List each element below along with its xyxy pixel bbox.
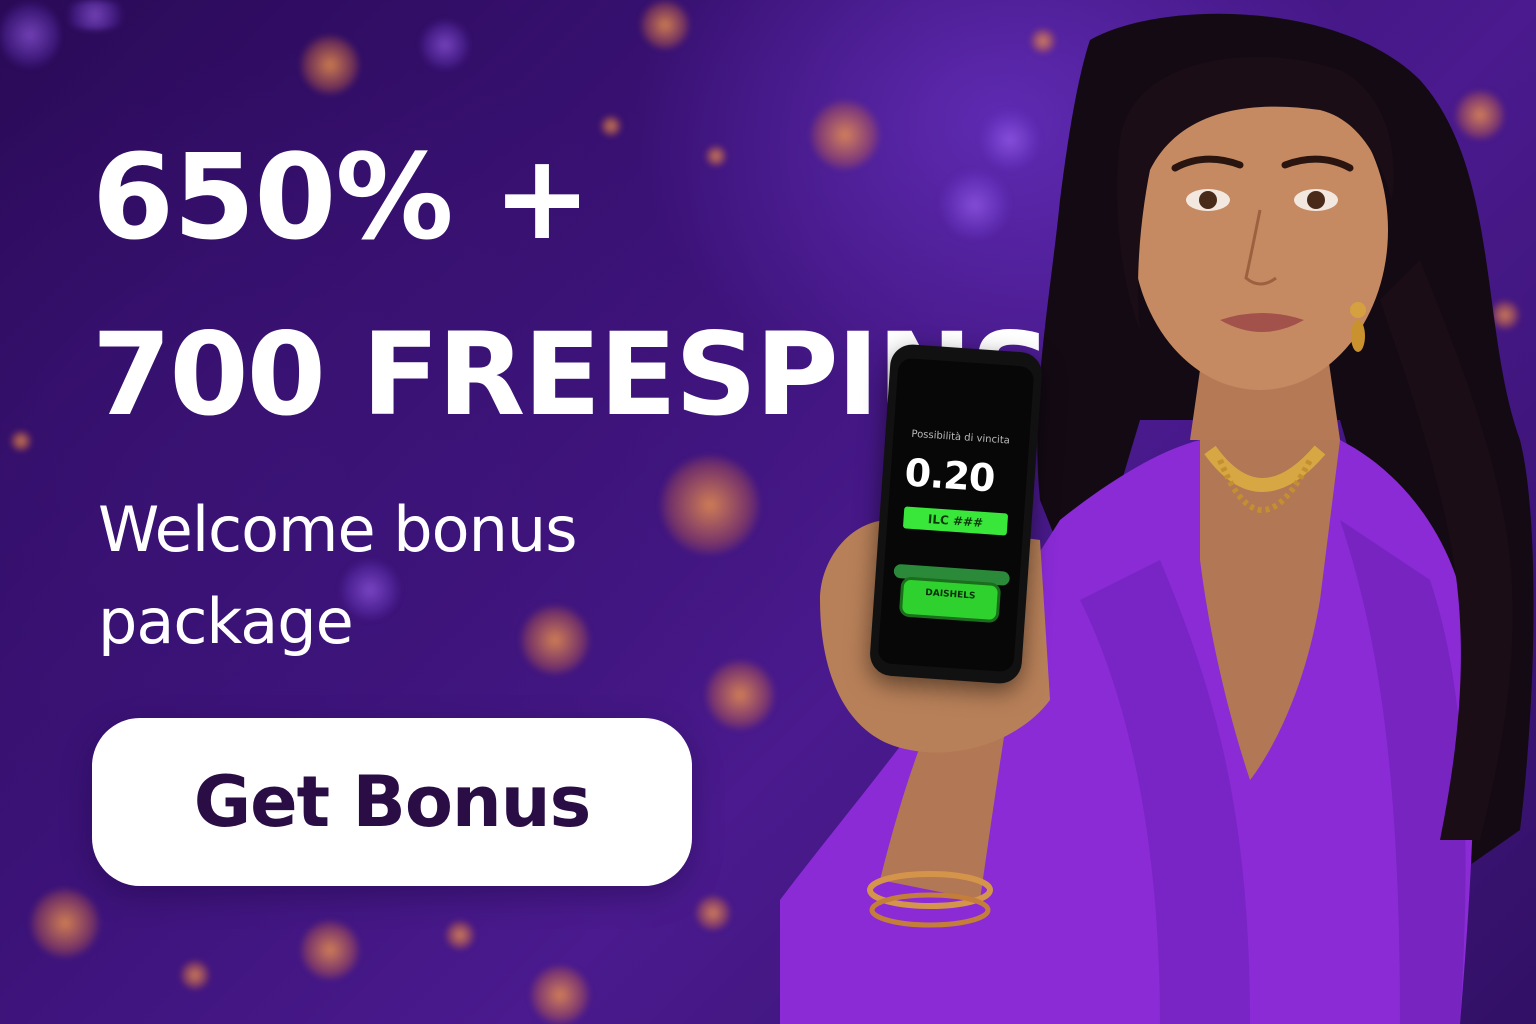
phone-caption: Possibilità di vincita	[911, 428, 1011, 447]
headline-bonus: 650% +	[92, 128, 591, 266]
bokeh-light	[420, 20, 470, 70]
bokeh-light	[705, 660, 775, 730]
bokeh-light	[60, 0, 130, 30]
bokeh-light	[30, 888, 100, 958]
bokeh-light	[445, 920, 475, 950]
bokeh-light	[10, 430, 32, 452]
bokeh-light	[180, 960, 210, 990]
bokeh-light	[600, 115, 622, 137]
phone-screen: Possibilità di vincita 0.20 ILC ### DAIS…	[877, 357, 1035, 673]
phone-badge: DAISHELS	[898, 576, 1002, 624]
bokeh-light	[640, 0, 690, 50]
phone-green-bar: ILC ###	[902, 506, 1009, 536]
subtitle-line-2: package	[98, 585, 354, 658]
subtitle-line-1: Welcome bonus	[98, 493, 577, 566]
bokeh-light	[300, 35, 360, 95]
bokeh-light	[695, 895, 731, 931]
phone-bet-value: 0.20	[903, 450, 996, 501]
phone-mockup: Possibilità di vincita 0.20 ILC ### DAIS…	[868, 343, 1044, 685]
bokeh-light	[0, 0, 60, 70]
bokeh-light	[300, 920, 360, 980]
get-bonus-button[interactable]: Get Bonus	[92, 718, 692, 886]
bokeh-light	[530, 965, 590, 1024]
subtitle: Welcome bonus package	[98, 484, 698, 668]
bokeh-light	[705, 145, 727, 167]
promo-banner: Possibilità di vincita 0.20 ILC ### DAIS…	[0, 0, 1536, 1024]
